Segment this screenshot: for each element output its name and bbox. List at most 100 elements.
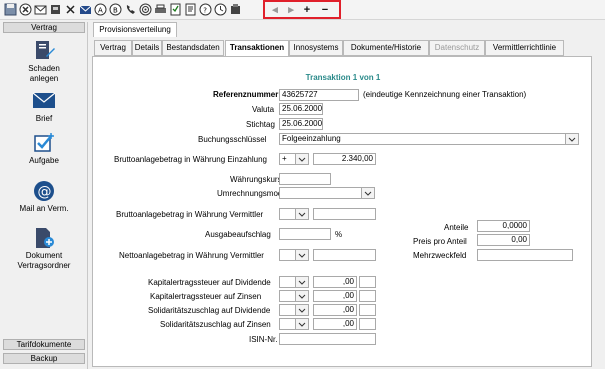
checkbox-plus-icon [32, 132, 56, 154]
referenz-hint: (eindeutige Kennzeichnung einer Transakt… [363, 90, 527, 99]
soli-dividende-label: Solidaritätszuschlag auf Dividende [148, 306, 271, 315]
kapst-zinsen-input[interactable]: ,00 [313, 290, 357, 302]
eraser-icon[interactable] [229, 3, 242, 16]
remove-record-button[interactable]: − [318, 3, 332, 17]
sidebar-item-dokument[interactable]: Dokument Vertragsordner [0, 227, 88, 271]
buchung-select[interactable]: Folgeeinzahlung [279, 133, 579, 145]
tab-details[interactable]: Details [132, 40, 162, 56]
tab-transaktionen[interactable]: Transaktionen [225, 40, 289, 57]
kapst-dividende-extra[interactable] [359, 276, 376, 288]
tab-vermittlerrichtlinie[interactable]: Vermittlerrichtlinie [485, 40, 564, 56]
sidebar-item-brief[interactable]: Brief [0, 90, 88, 124]
transaction-title: Transaktion 1 von 1 [305, 73, 381, 82]
transaction-panel: Transaktion 1 von 1 Referenznummer 43625… [92, 56, 592, 367]
font-icon[interactable]: A [94, 3, 107, 16]
sidebar-item-label: Schaden anlegen [28, 64, 60, 83]
chevron-down-icon[interactable] [295, 304, 309, 316]
sidebar-header-vertrag[interactable]: Vertrag [3, 22, 85, 33]
chevron-down-icon[interactable] [295, 208, 309, 220]
close-icon[interactable] [64, 3, 77, 16]
sidebar-item-label: Dokument Vertragsordner [17, 251, 71, 270]
ausgabeaufschlag-label: Ausgabeaufschlag [205, 230, 271, 239]
valuta-input[interactable]: 25.06.2000 [279, 103, 323, 115]
anteile-input[interactable]: 0,0000 [477, 220, 530, 232]
help-icon[interactable] [184, 3, 197, 16]
isin-input[interactable] [279, 333, 376, 345]
document-pencil-icon [32, 40, 56, 62]
tab-datenschutz[interactable]: Datenschutz [429, 40, 485, 56]
chevron-down-icon[interactable] [565, 133, 579, 145]
svg-text:?: ? [203, 7, 207, 15]
referenz-label: Referenznummer [213, 90, 279, 99]
sidebar-header-backup[interactable]: Backup [3, 353, 85, 364]
chevron-down-icon[interactable] [295, 318, 309, 330]
stichtag-label: Stichtag [246, 120, 275, 129]
svg-text:@: @ [38, 184, 52, 200]
svg-text:A: A [98, 7, 103, 15]
mehrzweck-label: Mehrzweckfeld [413, 251, 467, 260]
clock-icon[interactable] [214, 3, 227, 16]
tab-provisionsverteilung[interactable]: Provisionsverteilung [93, 22, 177, 37]
document-add-icon [32, 227, 56, 249]
referenz-input[interactable]: 43625727 [279, 89, 359, 101]
waehrungskurs-label: Währungskurs [230, 175, 282, 184]
sidebar-item-schaden[interactable]: Schaden anlegen [0, 40, 88, 84]
kapst-zinsen-extra[interactable] [359, 290, 376, 302]
toolbar: A B ? ◂ ▸ + − [0, 0, 605, 20]
sidebar-item-mail[interactable]: @ Mail an Verm. [0, 180, 88, 214]
record-navigator: ◂ ▸ + − [263, 0, 341, 19]
netto-vermittler-input[interactable] [313, 249, 376, 261]
preis-label: Preis pro Anteil [413, 237, 467, 246]
waehrungskurs-input[interactable] [279, 173, 331, 185]
svg-text:B: B [113, 7, 118, 15]
next-record-icon[interactable]: ▸ [284, 3, 298, 17]
info-icon[interactable]: ? [199, 3, 212, 16]
sidebar-item-aufgabe[interactable]: Aufgabe [0, 132, 88, 166]
tab-vertrag[interactable]: Vertrag [94, 40, 132, 56]
tab-bestandsdaten[interactable]: Bestandsdaten [162, 40, 224, 56]
brutto-vermittler-input[interactable] [313, 208, 376, 220]
sidebar-header-tarifdokumente[interactable]: Tarifdokumente [3, 339, 85, 350]
prev-record-icon[interactable]: ◂ [268, 3, 282, 17]
envelope-icon[interactable] [79, 3, 92, 16]
tab-innosystems[interactable]: Innosystems [289, 40, 343, 56]
cancel-icon[interactable] [19, 3, 32, 16]
valuta-label: Valuta [252, 105, 275, 114]
soli-zinsen-label: Solidaritätszuschlag auf Zinsen [160, 320, 271, 329]
ausgabeaufschlag-input[interactable] [279, 228, 331, 240]
tab-dokumente-historie[interactable]: Dokumente/Historie [343, 40, 429, 56]
preis-input[interactable]: 0,00 [477, 234, 530, 246]
soli-zinsen-extra[interactable] [359, 318, 376, 330]
attachment-icon[interactable]: B [109, 3, 122, 16]
stichtag-input[interactable]: 25.06.2000 [279, 118, 323, 130]
chevron-down-icon[interactable] [295, 153, 309, 165]
brutto-vermittler-label: Bruttoanlagebetrag in Währung Vermittler [116, 210, 264, 219]
envelope-icon [32, 90, 56, 112]
add-record-button[interactable]: + [300, 3, 314, 17]
isin-label: ISIN-Nr. [249, 335, 278, 344]
chevron-down-icon[interactable] [295, 249, 309, 261]
brutto-einzahlung-label: Bruttoanlagebetrag in Währung Einzahlung [114, 155, 267, 164]
save-icon[interactable] [4, 3, 17, 16]
phone-icon[interactable] [124, 3, 137, 16]
chevron-down-icon[interactable] [361, 187, 375, 199]
soli-dividende-extra[interactable] [359, 304, 376, 316]
sidebar-item-label: Aufgabe [29, 156, 59, 165]
sidebar: Vertrag Schaden anlegen Brief Aufgabe @ … [0, 22, 88, 369]
user-icon[interactable] [49, 3, 62, 16]
chevron-down-icon[interactable] [295, 276, 309, 288]
kapst-dividende-input[interactable]: ,00 [313, 276, 357, 288]
checklist-icon[interactable] [169, 3, 182, 16]
mehrzweck-input[interactable] [477, 249, 573, 261]
brutto-einzahlung-input[interactable]: 2.340,00 [313, 153, 376, 165]
soli-zinsen-input[interactable]: ,00 [313, 318, 357, 330]
sidebar-item-label: Mail an Verm. [19, 204, 69, 213]
chevron-down-icon[interactable] [295, 290, 309, 302]
mail-icon[interactable] [34, 3, 47, 16]
kapst-zinsen-label: Kapitalertragssteuer auf Zinsen [150, 292, 262, 301]
soli-dividende-input[interactable]: ,00 [313, 304, 357, 316]
target-icon[interactable] [139, 3, 152, 16]
sidebar-item-label: Brief [35, 114, 53, 123]
print-icon[interactable] [154, 3, 167, 16]
vertical-scrollbar[interactable] [594, 56, 605, 367]
